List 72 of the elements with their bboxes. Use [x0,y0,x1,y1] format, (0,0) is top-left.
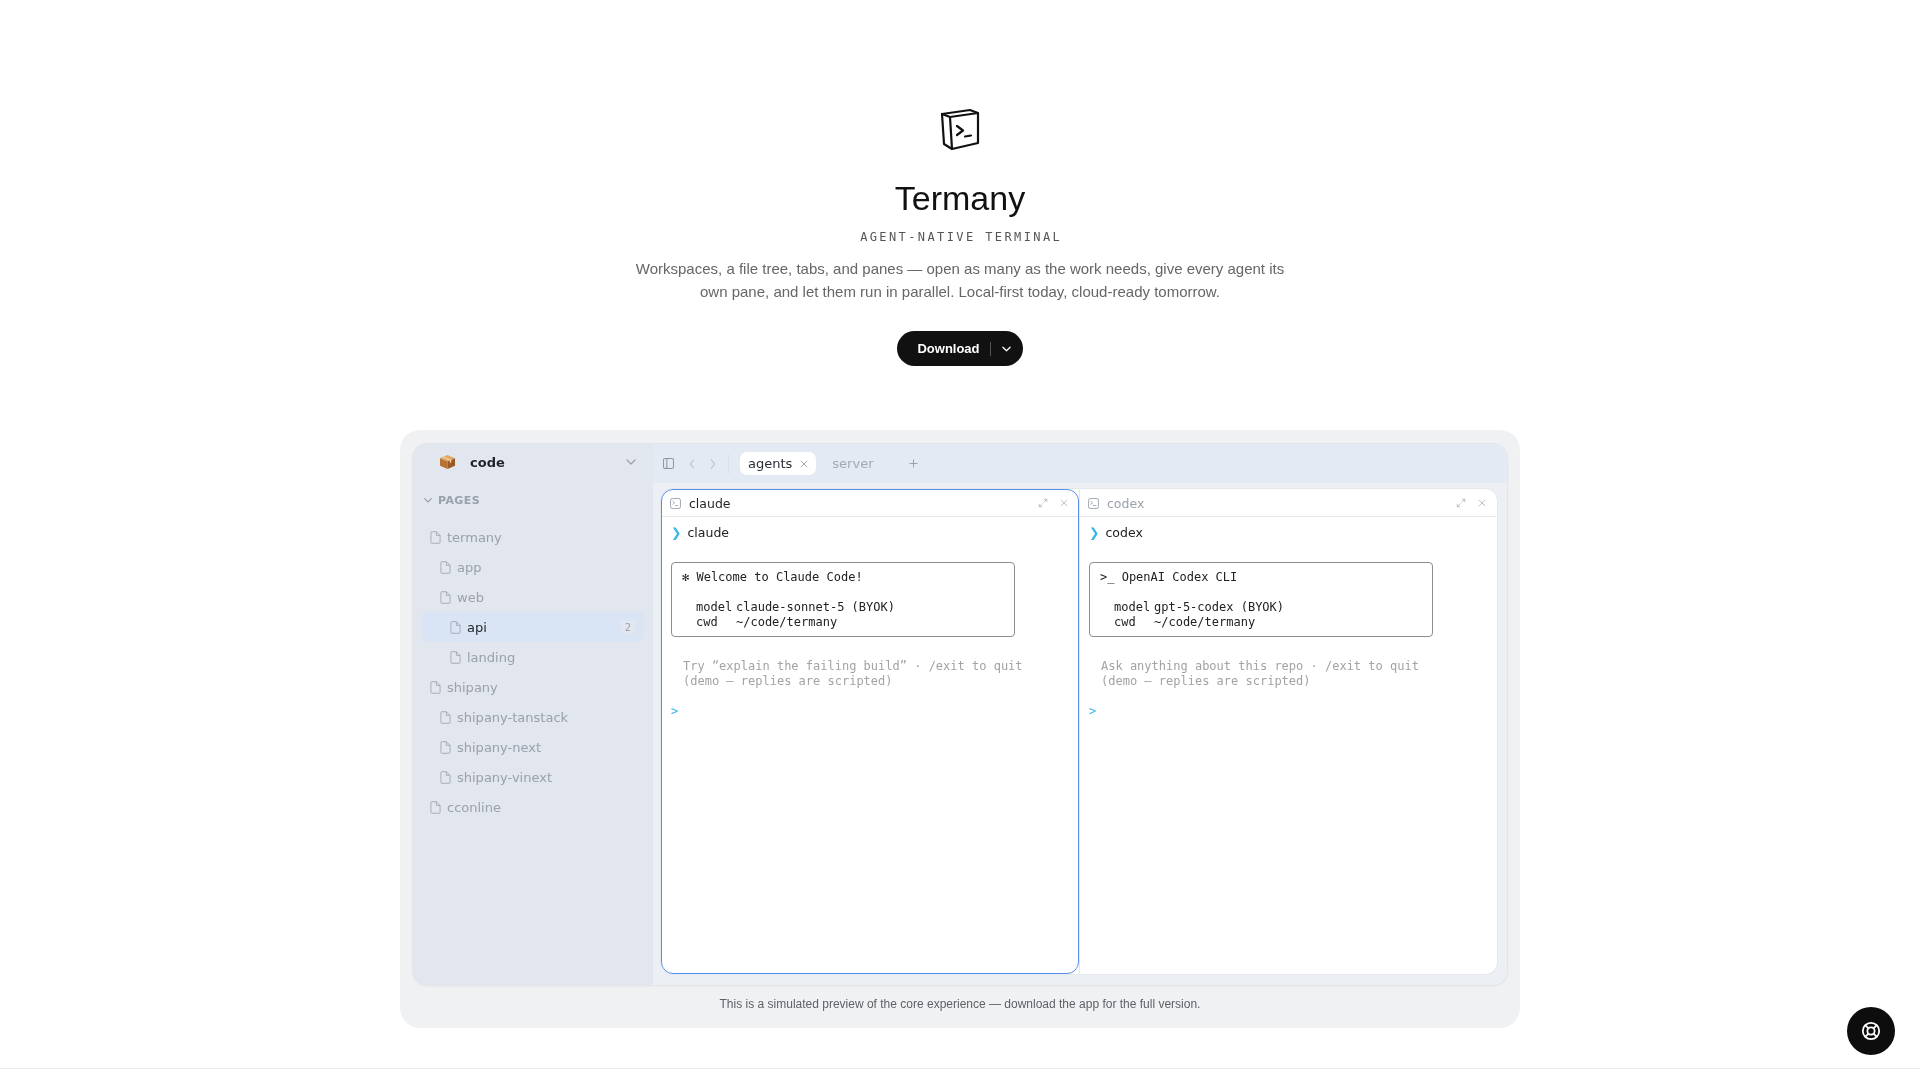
terminal-pane[interactable]: claude ❯ claude ✻ Welcome to Claude Code! model claude-sonnet-5 (BYOK) cwd ~/code/termany Try “explain the failing build” · /exit to quit (demo — replies are scripted) > [661,489,1079,974]
description-text: Workspaces, a file tree, tabs, and panes — open as many as the work needs, give every agent its own pane, and let them run in parallel. Local-first today, cloud-ready tomorrow. [634,259,1286,302]
workspace-switcher[interactable]: code [421,444,644,480]
tree-item[interactable]: app [421,552,644,582]
terminal-cube-logo-icon [940,108,980,152]
package-icon [439,454,456,470]
section-header[interactable]: PAGES [421,490,481,510]
file-icon [450,650,461,664]
tree-item[interactable]: landing [421,642,644,672]
tagline: AGENT-NATIVE TERMINAL [859,229,1063,245]
back-chevron-icon[interactable] [689,458,695,469]
pane-title: codex [1107,495,1146,511]
download-button[interactable]: Download [897,331,990,366]
input-prompt: > [1089,704,1097,718]
help-button[interactable] [1847,1007,1895,1055]
pane-title: claude [689,495,732,511]
file-icon [450,620,461,634]
expand-icon[interactable] [1456,498,1466,508]
close-icon[interactable] [800,459,809,468]
hint-text: (demo — replies are scripted) [683,674,894,689]
close-icon[interactable] [1477,498,1487,508]
hint-text: Ask anything about this repo · /exit to quit [1101,659,1420,674]
banner-value: ~/code/termany [736,615,838,630]
banner-heading: ✻ Welcome to Claude Code! [682,570,864,585]
banner-heading: >_ OpenAI Codex CLI [1100,570,1239,585]
file-icon [440,710,451,724]
terminal-icon [1088,497,1099,509]
tab[interactable]: agents [740,452,817,475]
terminal-pane[interactable]: codex ❯ codex >_ OpenAI Codex CLI model gpt-5-codex (BYOK) cwd ~/code/termany Ask anything about this repo · /exit to quit (demo — replies are scripted) > [1079,489,1497,974]
tree-item[interactable]: shipany-next [421,732,644,762]
command-text: claude [687,525,730,540]
input-prompt: > [671,704,679,718]
chevron-down-icon [1001,345,1011,352]
forward-chevron-icon[interactable] [710,458,716,469]
banner-value: gpt-5-codex (BYOK) [1154,600,1285,615]
expand-icon[interactable] [1038,498,1048,508]
banner-key: cwd [1114,615,1154,630]
file-icon [440,560,451,574]
hint-text: (demo — replies are scripted) [1101,674,1312,689]
terminal-icon [670,497,681,509]
banner-key: cwd [696,615,736,630]
file-icon [430,530,441,544]
tree-item[interactable]: shipany-vinext [421,762,644,792]
tree-item[interactable]: api 2 [421,612,644,642]
prompt-symbol: ❯ [671,525,682,540]
sidebar-toggle-icon[interactable] [663,458,674,469]
banner-key: model [1114,600,1154,615]
file-icon [430,800,441,814]
file-icon [440,740,451,754]
prompt-symbol: ❯ [1089,525,1100,540]
hint-text: Try “explain the failing build” · /exit to quit [683,659,1024,674]
banner-value: ~/code/termany [1154,615,1256,630]
command-text: codex [1105,525,1143,540]
count-badge: 2 [620,620,635,634]
banner-value: claude-sonnet-5 (BYOK) [736,600,895,615]
chevron-down-icon [626,459,636,465]
new-tab-plus-icon[interactable] [909,459,919,468]
tree-item[interactable]: cconline [421,792,644,822]
tree-item[interactable]: shipany-tanstack [421,702,644,732]
lifebuoy-icon [1861,1021,1881,1041]
tree-item[interactable]: termany [421,522,644,552]
file-icon [440,590,451,604]
tree-item[interactable]: web [421,582,644,612]
close-icon[interactable] [1059,498,1069,508]
file-icon [430,680,441,694]
banner-key: model [696,600,736,615]
preview-caption: This is a simulated preview of the core experience — download the app for the full version. [718,996,1202,1012]
file-icon [440,770,451,784]
chevron-down-icon [424,497,432,503]
app-title: Termany [894,178,1026,218]
tab[interactable]: server [824,452,882,475]
tree-item[interactable]: shipany [421,672,644,702]
